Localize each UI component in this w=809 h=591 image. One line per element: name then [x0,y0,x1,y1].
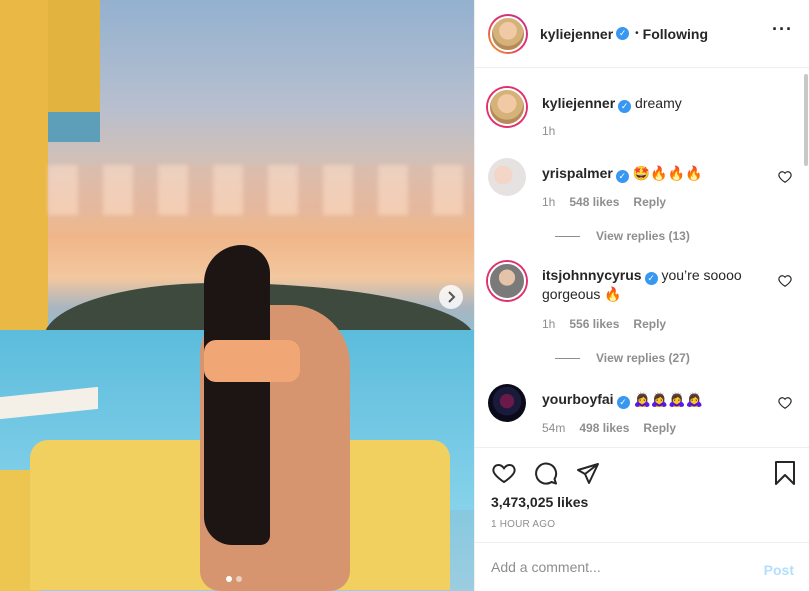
comment-input[interactable] [491,557,741,577]
comment-time[interactable]: 1h [542,195,555,209]
caption-text-row: kyliejenner ✓ dreamy [542,94,762,113]
avatar [490,15,526,52]
view-replies-button[interactable]: View replies (27) [555,351,690,365]
comment-like-icon[interactable] [778,170,792,184]
post-header: kyliejenner ✓ • Following ··· [475,0,809,68]
reply-button[interactable]: Reply [633,317,666,331]
chevron-right-icon [448,291,456,303]
comment-time[interactable]: 54m [542,421,565,435]
comment-text-row: yrispalmer ✓ 🤩🔥🔥🔥 [542,164,762,183]
view-replies-button[interactable]: View replies (13) [555,229,690,243]
separator-dot: • [635,28,639,39]
carousel-dots [226,576,242,582]
comment-time[interactable]: 1h [542,124,555,138]
avatar[interactable] [488,384,526,422]
more-options-button[interactable]: ··· [772,20,793,38]
replies-divider [555,235,580,237]
next-photo-button[interactable] [439,285,463,309]
action-icons [491,461,601,485]
post-panel: kyliejenner ✓ • Following ··· kyliejenne… [474,0,809,591]
following-button[interactable]: Following [643,26,708,42]
comment-likes[interactable]: 498 likes [579,421,629,435]
comments-list[interactable]: kyliejenner ✓ dreamy 1h yrispalmer ✓ 🤩🔥🔥🔥 … [475,69,809,447]
comments-scrollbar[interactable] [804,74,808,166]
verified-icon: ✓ [615,170,629,183]
comment-likes[interactable]: 548 likes [569,195,619,209]
author-avatar-ring[interactable] [488,13,528,54]
comment-username[interactable]: itsjohnnycyrus [542,267,642,283]
avatar[interactable] [488,262,526,300]
photo-wall-shadow [48,112,100,142]
share-icon[interactable] [575,461,601,485]
photo-clouds [48,165,474,215]
comment-likes[interactable]: 556 likes [569,317,619,331]
verified-icon: ✓ [616,27,630,40]
avatar[interactable] [488,158,526,196]
reply-button[interactable]: Reply [633,195,666,209]
comment-text-row: yourboyfai ✓ 🙇‍♀️🙇‍♀️🙇‍♀️🙇‍♀️ [542,390,762,409]
view-replies-label: View replies (27) [596,351,690,365]
comment-username[interactable]: yourboyfai [542,391,614,407]
photo-person-top [204,340,300,382]
comment-text: 🤩🔥🔥🔥 [632,165,703,181]
verified-icon: ✓ [618,100,632,113]
comment-icon[interactable] [533,461,559,485]
likes-count[interactable]: 3,473,025 likes [491,494,588,510]
add-comment-bar: Post [475,542,809,591]
comment-meta: 1h 556 likes Reply [542,317,666,331]
more-horizontal-icon: ··· [772,19,793,39]
view-replies-label: View replies (13) [596,229,690,243]
caption-meta: 1h [542,124,555,138]
heart-icon[interactable] [491,461,517,485]
post-comment-button[interactable]: Post [764,562,794,578]
verified-icon: ✓ [644,272,658,285]
comment-username[interactable]: yrispalmer [542,165,613,181]
comment-meta: 54m 498 likes Reply [542,421,676,435]
replies-divider [555,357,580,359]
post-timestamp[interactable]: 1 HOUR AGO [491,519,555,530]
photo-person [190,245,360,591]
carousel-dot[interactable] [236,576,242,582]
comment-like-icon[interactable] [778,274,792,288]
comment-meta: 1h 548 likes Reply [542,195,666,209]
comment-time[interactable]: 1h [542,317,555,331]
author-username[interactable]: kyliejenner [540,26,613,42]
reply-button[interactable]: Reply [643,421,676,435]
carousel-dot[interactable] [226,576,232,582]
verified-icon: ✓ [616,396,630,409]
comment-text-row: itsjohnnycyrus ✓ you’re soooo gorgeous 🔥 [542,266,762,303]
photo-person-hair [204,245,270,545]
post-photo[interactable] [0,0,474,591]
post-actions: 3,473,025 likes 1 HOUR AGO [475,447,809,542]
bookmark-icon[interactable] [774,461,796,485]
caption-text: dreamy [635,95,682,111]
comment-username[interactable]: kyliejenner [542,95,615,111]
comment-like-icon[interactable] [778,396,792,410]
comment-text: 🙇‍♀️🙇‍♀️🙇‍♀️🙇‍♀️ [633,391,704,407]
avatar[interactable] [488,88,526,126]
